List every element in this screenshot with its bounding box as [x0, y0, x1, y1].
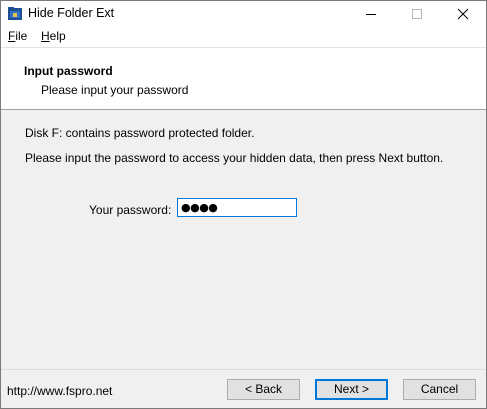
app-icon: [8, 7, 22, 20]
page-subtitle: Please input your password: [41, 83, 189, 97]
minimize-icon: [366, 14, 376, 15]
menu-bar: File Help: [1, 27, 486, 47]
next-button[interactable]: Next >: [315, 379, 388, 400]
menu-help-hotkey: H: [41, 29, 50, 43]
wizard-header: Input password Please input your passwor…: [1, 47, 486, 110]
app-window: Hide Folder Ext File Help Input password…: [0, 0, 487, 409]
back-button[interactable]: < Back: [227, 379, 300, 400]
footer-divider: [1, 369, 486, 370]
window-title: Hide Folder Ext: [28, 6, 115, 20]
cancel-button[interactable]: Cancel: [403, 379, 476, 400]
website-url: http://www.fspro.net: [7, 384, 113, 398]
disk-info-text: Disk F: contains password protected fold…: [25, 126, 255, 140]
close-button[interactable]: [440, 1, 486, 27]
menu-help-label: elp: [49, 29, 66, 43]
menu-file-label: ile: [15, 29, 28, 43]
password-label: Your password:: [89, 203, 172, 217]
maximize-icon: [412, 9, 422, 19]
menu-file[interactable]: File: [8, 29, 27, 43]
close-icon: [457, 8, 469, 20]
password-field[interactable]: ●●●●: [177, 198, 297, 217]
page-title: Input password: [24, 64, 113, 78]
instruction-text: Please input the password to access your…: [25, 151, 444, 165]
maximize-button[interactable]: [394, 1, 440, 27]
menu-help[interactable]: Help: [41, 29, 66, 43]
minimize-button[interactable]: [348, 1, 394, 27]
title-bar[interactable]: Hide Folder Ext: [1, 1, 486, 27]
